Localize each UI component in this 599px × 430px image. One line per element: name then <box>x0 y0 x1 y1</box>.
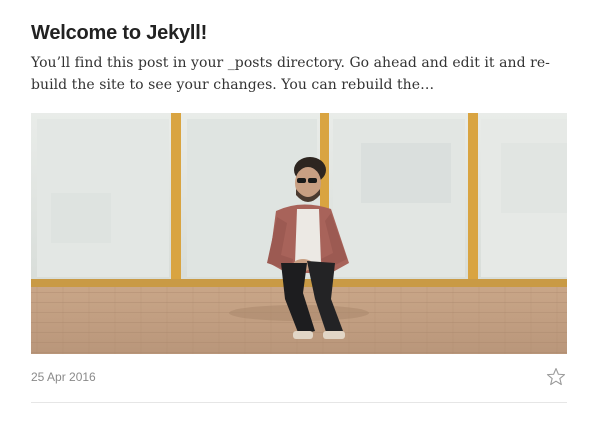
post-featured-image[interactable] <box>31 113 567 354</box>
post-date: 25 Apr 2016 <box>31 370 96 384</box>
post-divider <box>31 402 567 403</box>
bookmark-button[interactable] <box>545 366 567 388</box>
star-outline-icon <box>546 368 566 386</box>
post-title[interactable]: Welcome to Jekyll! <box>31 19 567 47</box>
post-excerpt: You’ll find this post in your _posts dir… <box>31 55 550 93</box>
post-meta: 25 Apr 2016 <box>31 366 567 388</box>
